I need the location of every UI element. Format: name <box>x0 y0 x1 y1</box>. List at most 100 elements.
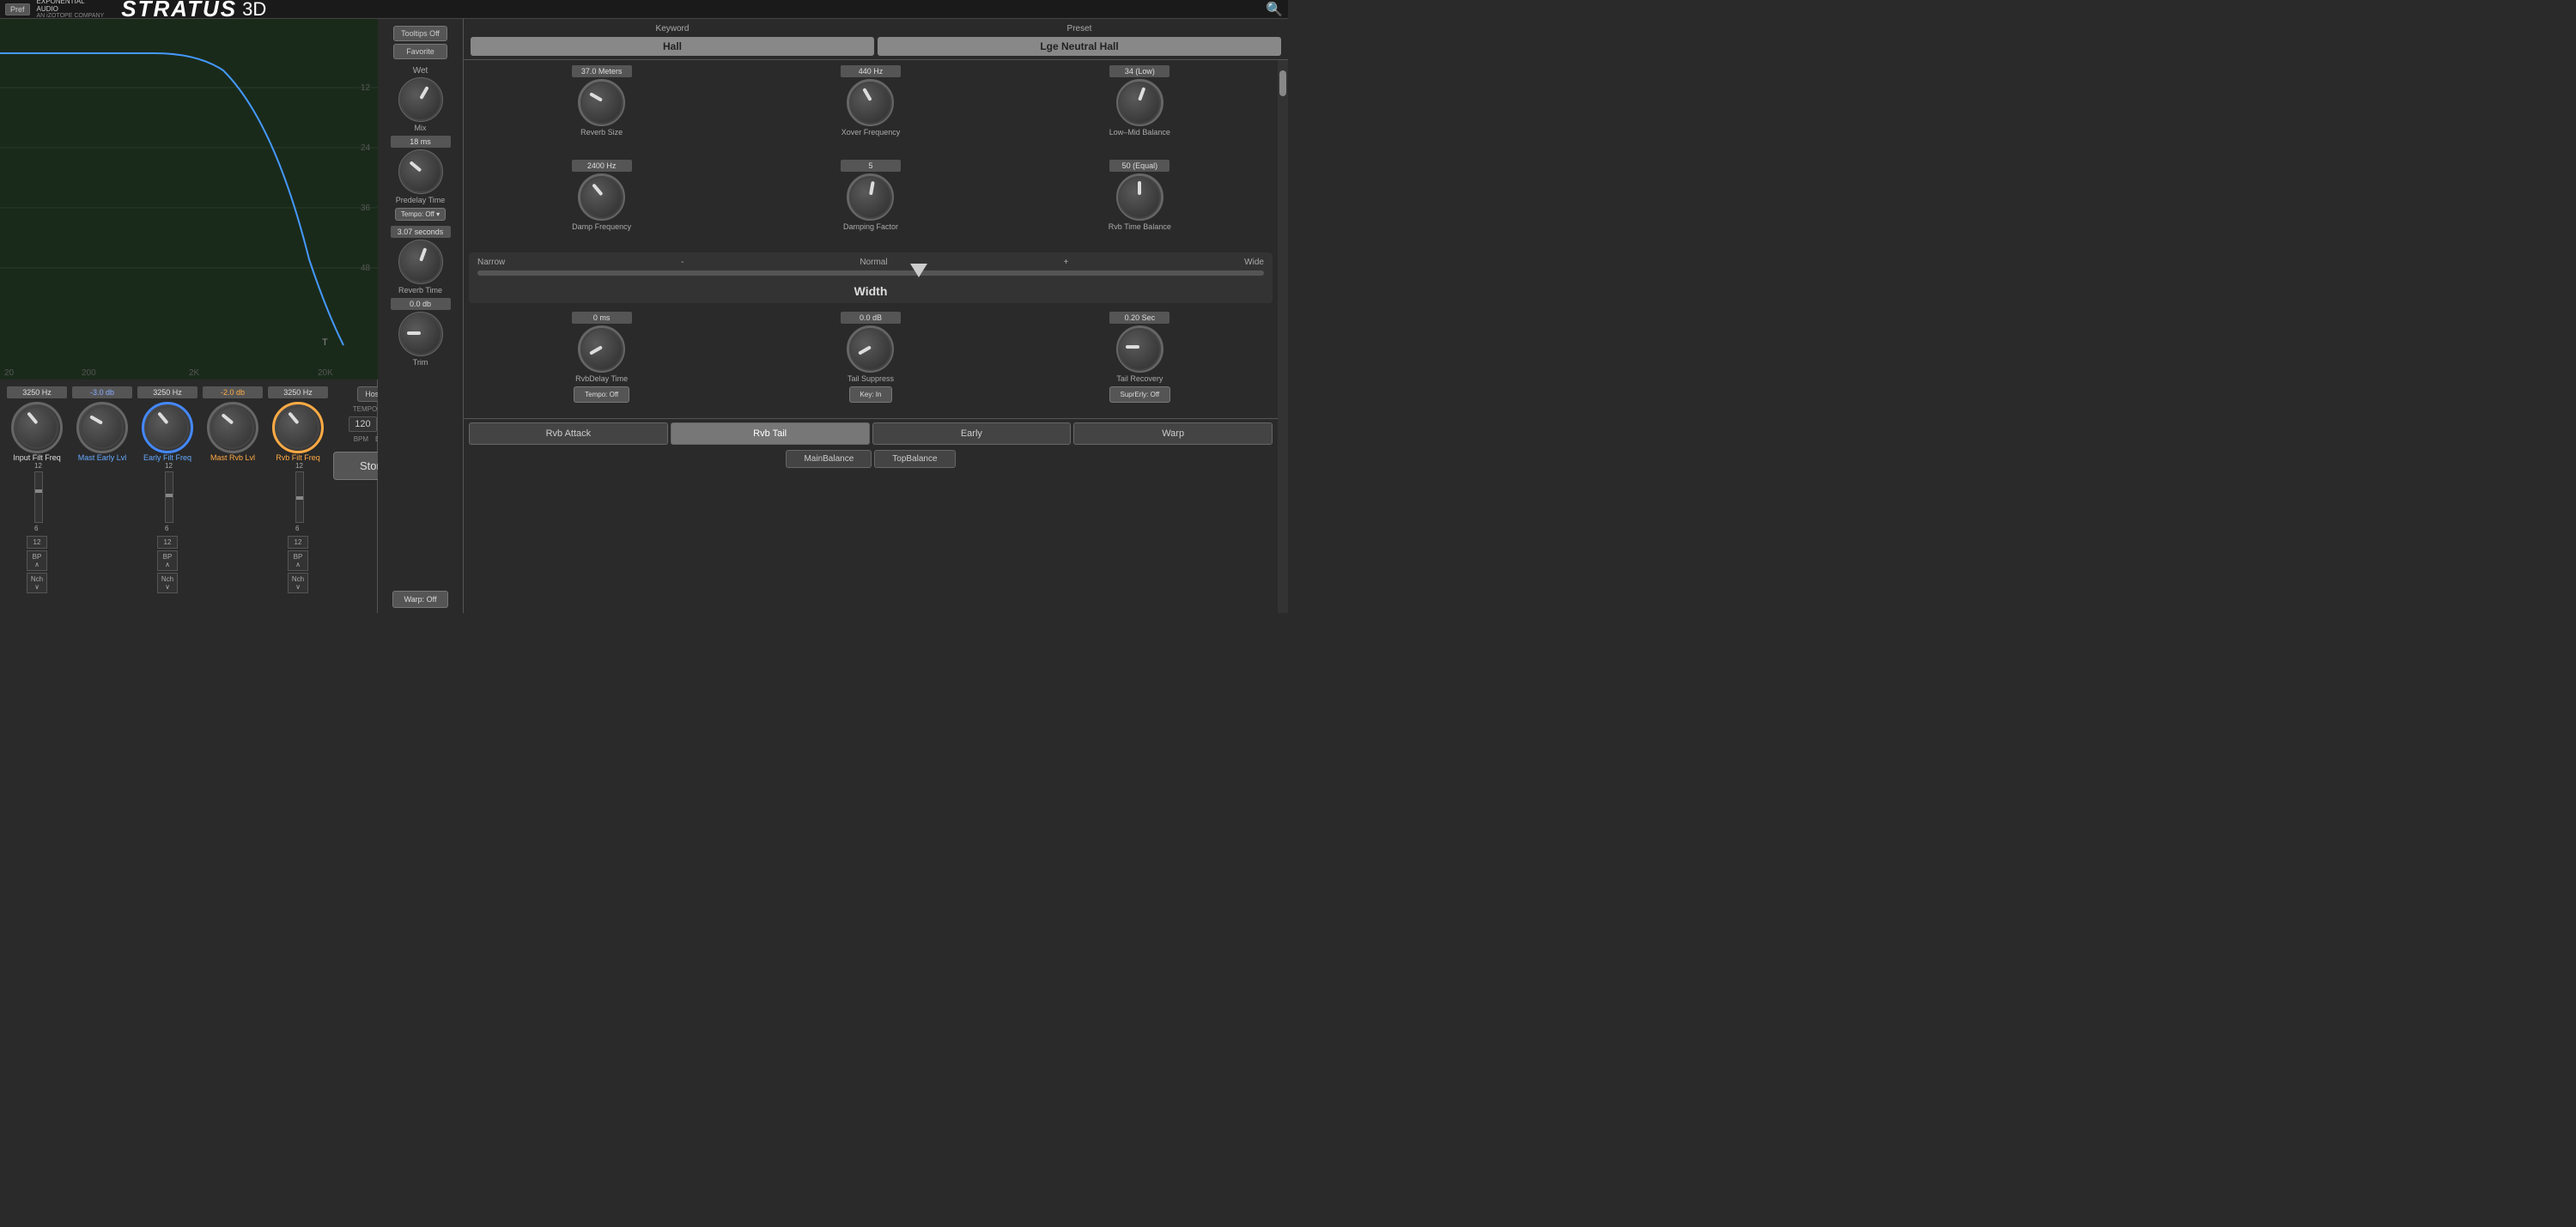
reverb-time-label: Reverb Time <box>398 286 442 295</box>
tail-suppress-value: 0.0 dB <box>841 312 901 324</box>
bpm-display[interactable]: 120 <box>349 416 376 432</box>
eq-area: 20 200 2K 20K 12 24 36 48 T <box>0 19 377 380</box>
width-slider-track[interactable] <box>477 270 1264 276</box>
mast-rvb-value: -2.0 db <box>203 386 263 398</box>
input-fader[interactable] <box>34 471 43 523</box>
low-mid-value: 34 (Low) <box>1109 65 1170 77</box>
preset-bar: Keyword Hall Preset Lge Neutral Hall <box>464 19 1288 60</box>
low-mid-unit: 34 (Low) Low–Mid Balance <box>1007 65 1273 149</box>
rvb-nch-btn[interactable]: Nch∨ <box>288 573 308 593</box>
reverb-size-value: 37.0 Meters <box>572 65 632 77</box>
tail-suppress-label: Tail Suppress <box>848 374 894 383</box>
input-filt-label: Input Filt Freq <box>13 453 61 462</box>
minus-label: - <box>681 258 683 267</box>
tooltips-button[interactable]: Tooltips Off <box>393 26 447 41</box>
early-filt-knob[interactable] <box>142 402 193 453</box>
mast-rvb-label: Mast Rvb Lvl <box>210 453 255 462</box>
rvb-bp-btn[interactable]: BP∧ <box>288 550 308 571</box>
svg-text:24: 24 <box>361 143 371 153</box>
pref-button[interactable]: Pref <box>5 3 30 15</box>
tail-suppress-knob[interactable] <box>847 325 894 373</box>
reverb-size-unit: 37.0 Meters Reverb Size <box>469 65 734 149</box>
rvb-delay-unit: 0 ms RvbDelay Time Tempo: Off <box>469 312 734 413</box>
filter-nch-btn[interactable]: Nch∨ <box>27 573 47 593</box>
rvb-fader[interactable] <box>295 471 304 523</box>
xover-freq-unit: 440 Hz Xover Frequency <box>738 65 1003 149</box>
mast-early-section: -3.0 db Mast Early Lvl <box>72 386 132 462</box>
knobs-grid-row1: 37.0 Meters Reverb Size 440 Hz Xover Fre… <box>464 60 1278 155</box>
early-filt-value: 3250 Hz <box>137 386 197 398</box>
tail-recovery-knob[interactable] <box>1116 325 1163 373</box>
tail-suppress-unit: 0.0 dB Tail Suppress Key: In <box>738 312 1003 413</box>
tab-warp[interactable]: Warp <box>1073 422 1273 445</box>
predelay-knob[interactable] <box>398 149 443 194</box>
trim-value: 0.0 db <box>391 298 451 310</box>
tab-early[interactable]: Early <box>872 422 1072 445</box>
top-bar: Pref EXPONENTIAL AUDIO AN iZOTOPE COMPAN… <box>0 0 1288 19</box>
predelay-label: Predelay Time <box>396 196 446 204</box>
damping-factor-knob[interactable] <box>847 173 894 221</box>
rvb-delay-knob[interactable] <box>578 325 625 373</box>
filter-bp-btn[interactable]: BP∧ <box>27 550 47 571</box>
early-bp-btn[interactable]: BP∧ <box>157 550 178 571</box>
rvb-filt-label: Rvb Filt Freq <box>276 453 320 462</box>
svg-text:2K: 2K <box>189 368 200 378</box>
app-title-3d: 3D <box>242 0 266 21</box>
tail-recovery-supr-btn[interactable]: SuprErly: Off <box>1109 386 1171 403</box>
damping-factor-value: 5 <box>841 160 901 172</box>
svg-text:12: 12 <box>361 83 371 93</box>
top-buttons-area: Tooltips Off Favorite <box>390 22 451 63</box>
reverb-size-knob[interactable] <box>578 79 625 126</box>
svg-text:36: 36 <box>361 203 371 213</box>
input-filt-value: 3250 Hz <box>7 386 67 398</box>
controls-area: 37.0 Meters Reverb Size 440 Hz Xover Fre… <box>464 60 1278 613</box>
early-filt-label: Early Filt Freq <box>143 453 191 462</box>
wide-label: Wide <box>1244 258 1264 267</box>
input-filt-knob[interactable] <box>11 402 63 453</box>
normal-label: Normal <box>860 258 887 267</box>
favorite-button[interactable]: Favorite <box>393 44 447 59</box>
tab-rvb-tail[interactable]: Rvb Tail <box>671 422 870 445</box>
mast-early-knob[interactable] <box>76 402 128 453</box>
tail-recovery-unit: 0.20 Sec Tail Recovery SuprErly: Off <box>1007 312 1273 413</box>
rvb-filt-knob[interactable] <box>272 402 324 453</box>
tab-row: Rvb Attack Rvb Tail Early Warp <box>464 418 1278 448</box>
tab-rvb-attack[interactable]: Rvb Attack <box>469 422 668 445</box>
rvb-time-balance-knob[interactable] <box>1116 173 1163 221</box>
tempo-off-button[interactable]: Tempo: Off ▾ <box>395 208 446 221</box>
xover-freq-label: Xover Frequency <box>841 128 901 137</box>
reverb-time-knob[interactable] <box>398 240 443 284</box>
xover-freq-knob[interactable] <box>847 79 894 126</box>
damp-freq-unit: 2400 Hz Damp Frequency <box>469 160 734 244</box>
warp-button[interactable]: Warp: Off <box>392 591 447 608</box>
filter-12db-btn[interactable]: 12 <box>27 536 47 549</box>
early-nch-btn[interactable]: Nch∨ <box>157 573 178 593</box>
bpm-label: BPM <box>354 435 368 443</box>
scrollbar-thumb[interactable] <box>1279 70 1286 96</box>
early-12db-btn[interactable]: 12 <box>157 536 178 549</box>
early-fader[interactable] <box>165 471 173 523</box>
mast-rvb-knob[interactable] <box>207 402 258 453</box>
damp-freq-value: 2400 Hz <box>572 160 632 172</box>
sub-tab-top-balance[interactable]: TopBalance <box>874 450 955 468</box>
width-slider-thumb[interactable] <box>910 264 927 277</box>
sub-tab-main-balance[interactable]: MainBalance <box>786 450 872 468</box>
keyword-header: Keyword <box>471 22 874 35</box>
trim-knob[interactable] <box>398 312 443 356</box>
low-mid-knob[interactable] <box>1116 79 1163 126</box>
rvb-delay-tempo-btn[interactable]: Tempo: Off <box>574 386 629 403</box>
preset-section: Preset Lge Neutral Hall <box>878 22 1281 56</box>
svg-text:20K: 20K <box>318 368 333 378</box>
rvb-12db-btn[interactable]: 12 <box>288 536 308 549</box>
wet-mix-knob[interactable] <box>398 77 443 122</box>
svg-text:T: T <box>322 337 328 348</box>
narrow-label: Narrow <box>477 258 505 267</box>
right-scrollbar-area <box>1278 60 1288 613</box>
tail-suppress-key-btn[interactable]: Key: In <box>849 386 893 403</box>
keyword-value[interactable]: Hall <box>471 37 874 56</box>
search-icon[interactable]: 🔍 <box>1266 1 1283 18</box>
rvb-time-balance-label: Rvb Time Balance <box>1109 222 1171 231</box>
damp-freq-knob[interactable] <box>578 173 625 221</box>
preset-value[interactable]: Lge Neutral Hall <box>878 37 1281 56</box>
left-panel: Top L Rear Top L Side Top Left Left L Si… <box>0 19 378 613</box>
